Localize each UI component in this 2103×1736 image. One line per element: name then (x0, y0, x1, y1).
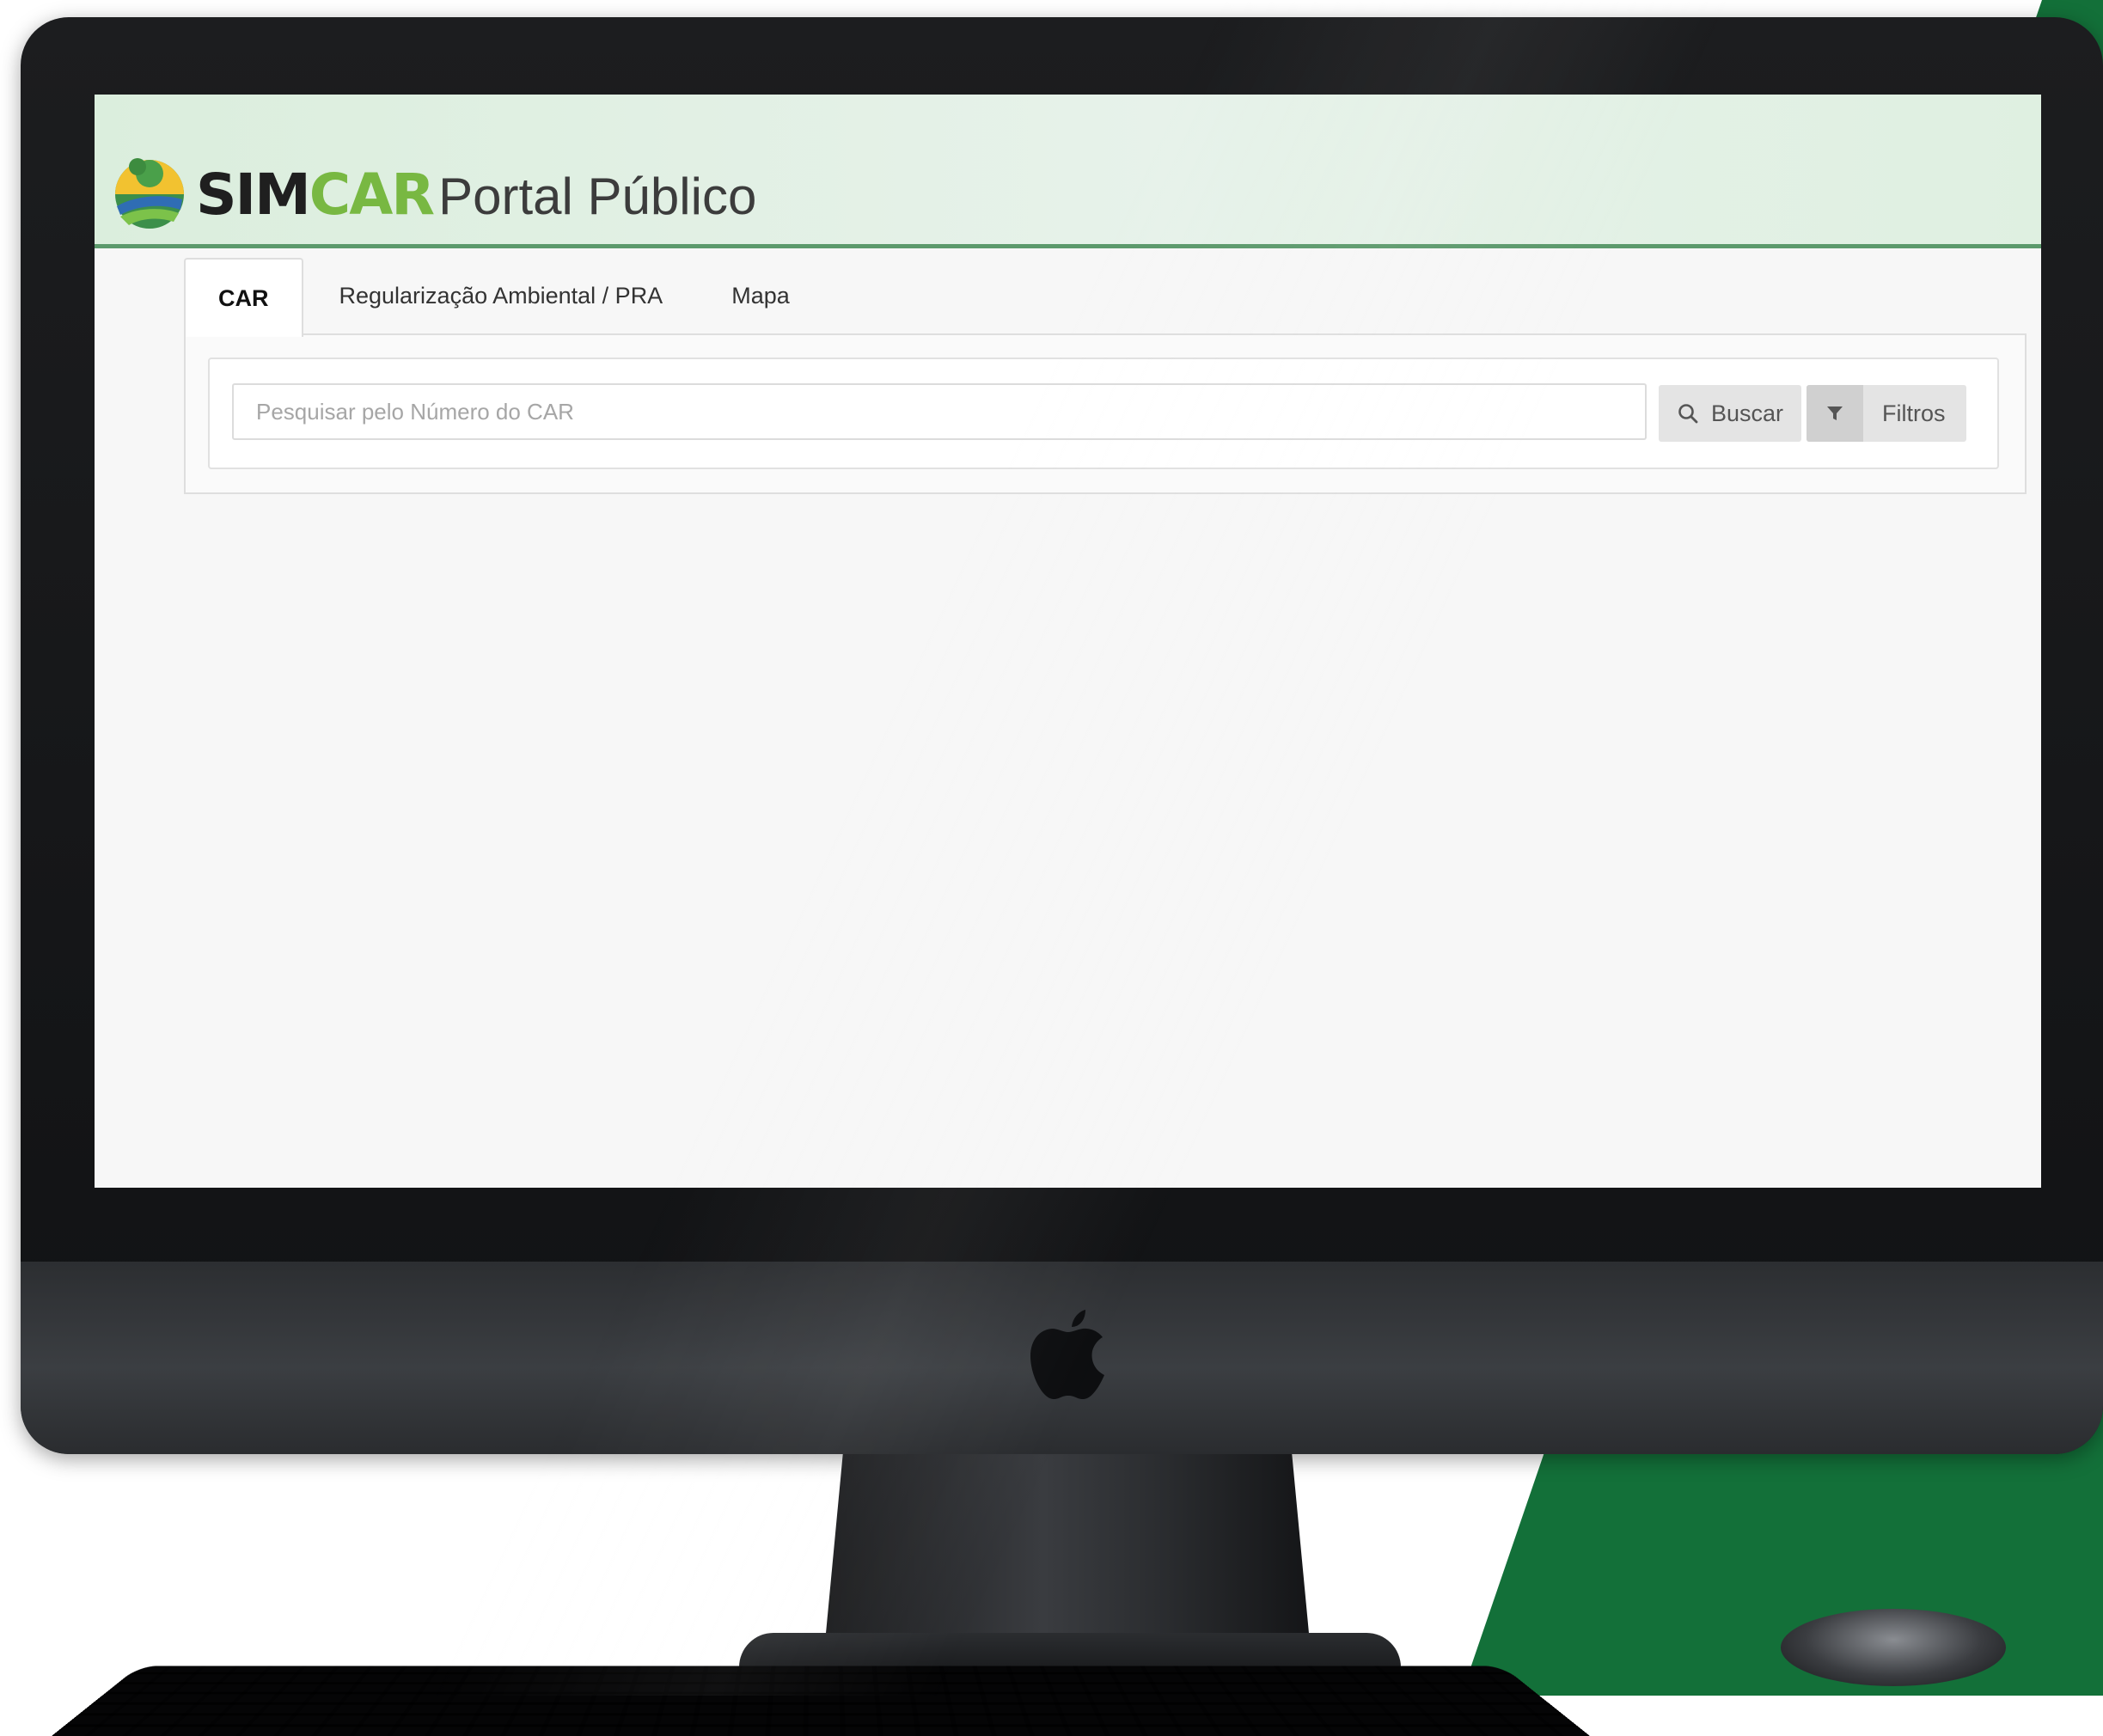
tab-regularizacao-ambiental[interactable]: Regularização Ambiental / PRA (307, 258, 696, 333)
buscar-button[interactable]: Buscar (1659, 385, 1801, 442)
search-input[interactable] (232, 383, 1647, 440)
filtros-button[interactable]: Filtros (1807, 385, 1966, 442)
mouse (1781, 1609, 2006, 1686)
search-icon (1677, 402, 1699, 425)
tab-car[interactable]: CAR (184, 258, 303, 337)
filter-icon (1807, 385, 1863, 442)
brand-portal-publico: Portal Público (438, 168, 757, 225)
tab-label: Mapa (731, 282, 790, 309)
buscar-label: Buscar (1710, 400, 1784, 426)
filtros-label: Filtros (1882, 400, 1946, 426)
screen: SIM CAR Portal Público CAR Regularização… (95, 95, 2041, 1188)
keyboard (52, 1666, 1590, 1736)
imac-stand (823, 1454, 1311, 1660)
tab-mapa[interactable]: Mapa (699, 258, 822, 333)
tab-bar: CAR Regularização Ambiental / PRA Mapa (184, 258, 826, 339)
tab-label: Regularização Ambiental / PRA (339, 282, 663, 309)
tab-label: CAR (218, 284, 269, 311)
brand-title: SIM CAR Portal Público (196, 162, 756, 230)
apple-icon (1030, 1310, 1104, 1399)
brand-sim: SIM (196, 162, 311, 228)
app-header: SIM CAR Portal Público (95, 95, 2041, 248)
brand-car: CAR (309, 162, 435, 228)
simcar-logo-icon (115, 158, 184, 229)
